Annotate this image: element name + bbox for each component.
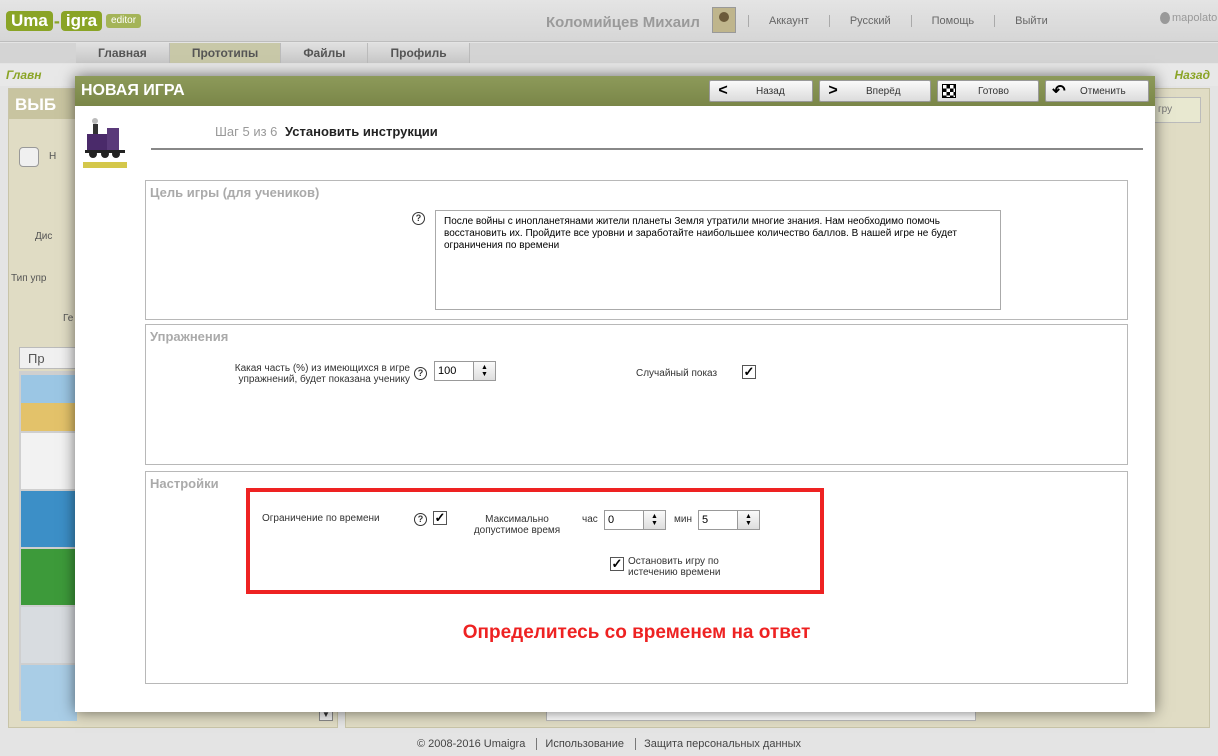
stepper-arrows-icon[interactable]: ▲ ▼ <box>473 362 495 380</box>
undo-button[interactable] <box>19 147 39 167</box>
arrow-right-icon: > <box>828 82 838 99</box>
privacy-link[interactable]: Защита персональных данных <box>635 738 810 750</box>
footer: © 2008-2016 Umaigra Использование Защита… <box>0 738 1218 750</box>
top-links: Аккаунт Русский Помощь Выйти <box>748 15 1068 27</box>
divider <box>151 148 1143 150</box>
stop-game-label: Остановить игру по истечению времени <box>628 556 721 578</box>
exercises-section-title: Упражнения <box>150 329 229 344</box>
max-time-label: Максимально допустимое время <box>473 514 561 536</box>
stepper-arrows-icon[interactable]: ▲ ▼ <box>643 511 665 529</box>
train-icon[interactable] <box>21 433 77 489</box>
settings-section: Настройки Ограничение по времени ? ✓ Мак… <box>145 471 1128 684</box>
drop-icon <box>1160 12 1170 24</box>
tab-prototypes[interactable]: Прототипы <box>169 43 282 63</box>
train-icon <box>83 118 127 170</box>
logo-editor: editor <box>106 14 142 28</box>
right-panel-button[interactable]: гру <box>1151 97 1201 123</box>
time-limit-checkbox[interactable]: ✓ <box>433 511 447 525</box>
nav-tabs: Главная Прототипы Файлы Профиль <box>76 43 470 63</box>
left-label: Тип упр <box>11 273 47 284</box>
modal-header: НОВАЯ ИГРА < Назад > Вперёд Готово ↶ Отм… <box>75 76 1155 106</box>
instruction-hint: Определитесь со временем на ответ <box>462 622 811 643</box>
random-label: Случайный показ <box>636 368 718 379</box>
modal-toolbar: < Назад > Вперёд Готово ↶ Отменить <box>709 80 1149 102</box>
cat-icon[interactable] <box>21 491 77 547</box>
copyright: © 2008-2016 Umaigra <box>416 738 526 750</box>
done-button[interactable]: Готово <box>937 80 1039 102</box>
minutes-input[interactable] <box>699 511 737 529</box>
breadcrumb[interactable]: Главн <box>6 68 42 82</box>
tab-profile[interactable]: Профиль <box>368 43 470 63</box>
left-label: Дис <box>35 231 53 242</box>
exercises-section: Упражнения Какая часть (%) из имеющихся … <box>145 324 1128 465</box>
castle-icon[interactable] <box>21 607 77 663</box>
language-link[interactable]: Русский <box>828 15 911 27</box>
random-checkbox[interactable]: ✓ <box>742 365 756 379</box>
umaigra-logo[interactable]: Uma - igra editor <box>6 6 142 36</box>
user-name: Коломийцев Михаил <box>546 14 700 31</box>
new-game-modal: НОВАЯ ИГРА < Назад > Вперёд Готово ↶ Отм… <box>75 76 1155 712</box>
pyramids-icon[interactable] <box>21 375 77 431</box>
top-bar: Uma - igra editor Коломийцев Михаил Акка… <box>0 0 1218 42</box>
back-button[interactable]: < Назад <box>709 80 813 102</box>
undo-icon: ↶ <box>1052 83 1066 100</box>
terms-link[interactable]: Использование <box>536 738 633 750</box>
back-link[interactable]: Назад <box>1174 68 1210 82</box>
arrow-left-icon: < <box>718 82 728 99</box>
exercise-percent-stepper[interactable]: ▲▼ <box>434 361 496 381</box>
left-label: Ге <box>63 313 74 324</box>
hours-stepper[interactable]: ▲▼ <box>604 510 666 530</box>
exercise-percent-input[interactable] <box>435 362 473 380</box>
step-indicator: Шаг 5 из 6 Установить инструкции <box>215 124 438 139</box>
account-link[interactable]: Аккаунт <box>748 15 829 27</box>
stop-game-checkbox[interactable]: ✓ <box>610 557 624 571</box>
exercise-percent-label: Какая часть (%) из имеющихся в игре упра… <box>234 363 410 385</box>
help-icon[interactable]: ? <box>412 212 425 225</box>
goal-textarea[interactable]: После войны с инопланетянами жители план… <box>435 210 1001 310</box>
logout-link[interactable]: Выйти <box>994 15 1068 27</box>
time-limit-label: Ограничение по времени <box>262 513 380 524</box>
minutes-stepper[interactable]: ▲▼ <box>698 510 760 530</box>
highlight-box <box>246 488 824 594</box>
checkered-flag-icon <box>942 84 956 98</box>
mapolato-logo[interactable]: mapolato <box>1160 12 1217 24</box>
goal-section-title: Цель игры (для учеников) <box>150 185 320 200</box>
soccer-ball-icon[interactable] <box>21 549 77 605</box>
logo-uma: Uma <box>6 11 53 31</box>
minutes-label: мин <box>674 514 692 525</box>
airplane-icon[interactable] <box>21 665 77 721</box>
help-icon[interactable]: ? <box>414 367 427 380</box>
hours-label: час <box>582 514 598 525</box>
modal-title: НОВАЯ ИГРА <box>81 82 185 99</box>
stepper-arrows-icon[interactable]: ▲ ▼ <box>737 511 759 529</box>
cancel-button[interactable]: ↶ Отменить <box>1045 80 1149 102</box>
help-icon[interactable]: ? <box>414 513 427 526</box>
left-label: Н <box>49 151 57 162</box>
tab-files[interactable]: Файлы <box>281 43 369 63</box>
user-avatar[interactable] <box>712 7 736 33</box>
logo-igra: igra <box>60 11 103 31</box>
settings-section-title: Настройки <box>150 476 219 491</box>
left-panel-tab[interactable]: Пр <box>19 347 81 369</box>
help-link[interactable]: Помощь <box>910 15 995 27</box>
tab-home[interactable]: Главная <box>76 43 170 63</box>
nav-row: Главная Прототипы Файлы Профиль <box>0 43 1218 63</box>
goal-section: Цель игры (для учеников) ? После войны с… <box>145 180 1128 320</box>
forward-button[interactable]: > Вперёд <box>819 80 931 102</box>
step-title: Установить инструкции <box>285 124 438 139</box>
thumbnail-list <box>19 371 83 721</box>
hours-input[interactable] <box>605 511 643 529</box>
